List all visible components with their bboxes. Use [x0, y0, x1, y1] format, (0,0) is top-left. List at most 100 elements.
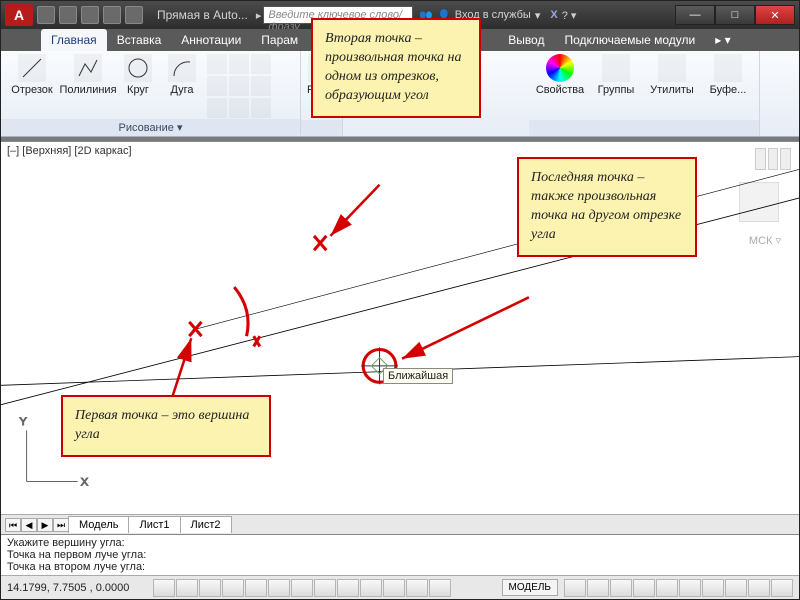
line-label: Отрезок [11, 84, 52, 96]
ducs-toggle[interactable] [314, 579, 336, 597]
line-button[interactable]: Отрезок [7, 54, 57, 96]
polar-toggle[interactable] [222, 579, 244, 597]
circle-icon [124, 54, 152, 82]
drawing-canvas[interactable]: [–] [Верхняя] [2D каркас] МСК ▿ [1, 141, 799, 514]
otrack-toggle[interactable] [291, 579, 313, 597]
coord-readout[interactable]: 14.1799, 7.7505 , 0.0000 [7, 582, 147, 594]
panel-draw: Отрезок Полилиния Круг Дуга [1, 51, 301, 136]
region-icon[interactable] [207, 98, 227, 118]
helix-icon[interactable] [251, 98, 271, 118]
tab-home[interactable]: Главная [41, 29, 107, 51]
exchange-icon[interactable]: X [550, 9, 557, 21]
tab-sheet2[interactable]: Лист2 [180, 516, 232, 533]
tab-output[interactable]: Вывод [498, 29, 554, 51]
ellipse-icon[interactable] [251, 54, 271, 74]
tab-plugins[interactable]: Подключаемые модули [554, 29, 705, 51]
panel-props: Свойства Группы Утилиты Буфе... [529, 51, 760, 136]
3dosnap-toggle[interactable] [268, 579, 290, 597]
lwt-toggle[interactable] [360, 579, 382, 597]
clipboard-icon [714, 54, 742, 82]
arc-label: Дуга [170, 84, 193, 96]
app-logo[interactable]: A [5, 4, 33, 26]
lock-icon[interactable] [702, 579, 724, 597]
tab-next-icon[interactable]: ▶ [37, 518, 53, 532]
tab-overflow-icon[interactable]: ▸ ▾ [705, 29, 740, 51]
polyline-icon [74, 54, 102, 82]
cleanscreen-icon[interactable] [771, 579, 793, 597]
tab-annotations[interactable]: Аннотации [171, 29, 251, 51]
window-title: Прямая в Auto... [157, 8, 248, 22]
props-button[interactable]: Свойства [535, 54, 585, 96]
circle-button[interactable]: Круг [119, 54, 157, 96]
calculator-icon [658, 54, 686, 82]
maximize-button[interactable]: □ [715, 5, 755, 25]
qp-toggle[interactable] [406, 579, 428, 597]
dyn-toggle[interactable] [337, 579, 359, 597]
qat-save-icon[interactable] [81, 6, 99, 24]
command-history: Укажите вершину угла: Точка на первом лу… [1, 534, 799, 575]
draw-small-buttons [207, 54, 271, 118]
rect-icon[interactable] [207, 54, 227, 74]
chevron-down-icon: ▾ [535, 9, 541, 22]
help-icon[interactable]: ? ▾ [562, 9, 577, 22]
annovis-icon[interactable] [633, 579, 655, 597]
sc-toggle[interactable] [429, 579, 451, 597]
osnap-toggle[interactable] [245, 579, 267, 597]
autoscale-icon[interactable] [656, 579, 678, 597]
quickview-drawings-icon[interactable] [587, 579, 609, 597]
status-bar: 14.1799, 7.7505 , 0.0000 МОДЕЛЬ [1, 575, 799, 599]
color-wheel-icon [546, 54, 574, 82]
tab-sheet1[interactable]: Лист1 [128, 516, 180, 533]
groups-icon [602, 54, 630, 82]
callout-second-point: Вторая точка – произвольная точка на одн… [311, 18, 481, 118]
ortho-toggle[interactable] [199, 579, 221, 597]
cmd-line-1: Укажите вершину угла: [7, 537, 793, 549]
qat-redo-icon[interactable] [125, 6, 143, 24]
buffer-button[interactable]: Буфе... [703, 54, 753, 96]
buffer-label: Буфе... [710, 84, 747, 96]
grid-toggle[interactable] [176, 579, 198, 597]
minimize-button[interactable]: — [675, 5, 715, 25]
groups-button[interactable]: Группы [591, 54, 641, 96]
quickview-layouts-icon[interactable] [564, 579, 586, 597]
tab-param[interactable]: Парам [251, 29, 308, 51]
point-icon[interactable] [251, 76, 271, 96]
isolate-icon[interactable] [748, 579, 770, 597]
polyline-button[interactable]: Полилиния [63, 54, 113, 96]
line-icon [18, 54, 46, 82]
table-icon[interactable] [229, 98, 249, 118]
arc-button[interactable]: Дуга [163, 54, 201, 96]
quick-access-toolbar [37, 6, 143, 24]
cmd-line-2: Точка на первом луче угла: [7, 549, 793, 561]
app-window: A Прямая в Auto... ▸ Введите ключевое сл… [0, 0, 800, 600]
close-button[interactable]: ✕ [755, 5, 795, 25]
tab-first-icon[interactable]: ⏮ [5, 518, 21, 532]
tab-insert[interactable]: Вставка [107, 29, 172, 51]
utilities-button[interactable]: Утилиты [647, 54, 697, 96]
space-indicator[interactable]: МОДЕЛЬ [502, 579, 558, 596]
layout-tabs: ⏮ ◀ ▶ ⏭ Модель Лист1 Лист2 [1, 514, 799, 534]
tab-prev-icon[interactable]: ◀ [21, 518, 37, 532]
annoscale-icon[interactable] [610, 579, 632, 597]
qat-open-icon[interactable] [59, 6, 77, 24]
revcloud-icon[interactable] [229, 76, 249, 96]
tab-last-icon[interactable]: ⏭ [53, 518, 69, 532]
svg-text:Y: Y [19, 416, 27, 428]
qat-undo-icon[interactable] [103, 6, 121, 24]
workspace-icon[interactable] [679, 579, 701, 597]
callout-last-point: Последняя точка – также произвольная точ… [517, 157, 697, 257]
qat-new-icon[interactable] [37, 6, 55, 24]
hardwareaccel-icon[interactable] [725, 579, 747, 597]
cmd-line-3: Точка на втором луче угла: [7, 561, 793, 573]
arc-icon [168, 54, 196, 82]
hatch-icon[interactable] [207, 76, 227, 96]
snap-tooltip: Ближайшая [383, 368, 453, 384]
status-toggles [153, 579, 496, 597]
tab-model[interactable]: Модель [68, 516, 129, 533]
snap-toggle[interactable] [153, 579, 175, 597]
tpy-toggle[interactable] [383, 579, 405, 597]
draw-panel-title[interactable]: Рисование ▾ [1, 119, 300, 136]
svg-text:X: X [81, 477, 89, 489]
spline-icon[interactable] [229, 54, 249, 74]
window-buttons: — □ ✕ [675, 5, 795, 25]
